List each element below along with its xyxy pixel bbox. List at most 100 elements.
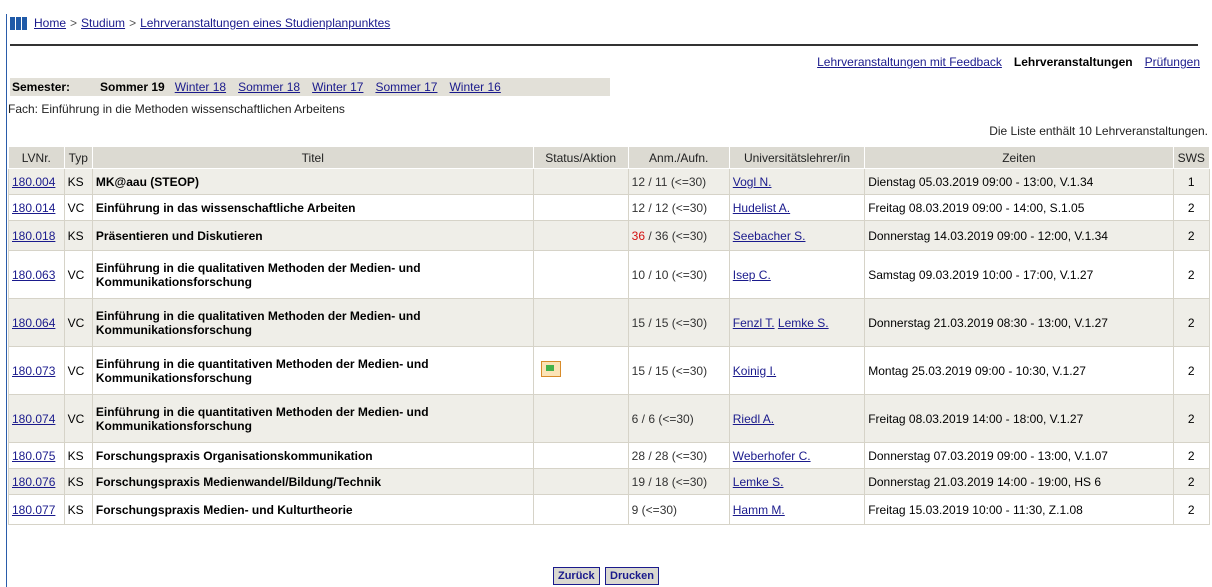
cell-sws: 2 [1172,442,1211,469]
cell-lvnr: 180.077 [8,494,65,525]
cell-times: Donnerstag 07.03.2019 09:00 - 13:00, V.1… [864,442,1174,469]
cell-status [532,220,629,251]
table-row: 180.075 KS Forschungspraxis Organisationsk… [8,442,1211,469]
course-count: Die Liste enthält 10 Lehrveranstaltungen… [989,124,1208,138]
anm-text: 15 / 15 (<=30) [631,363,708,378]
cell-teacher: Hudelist A. [728,194,866,221]
cell-times: Freitag 08.03.2019 09:00 - 14:00, S.1.05 [864,194,1174,221]
course-number-link[interactable]: 180.064 [12,316,55,330]
teacher-link[interactable]: Isep C. [733,268,771,282]
table-row: 180.018 KS Präsentieren und Diskutieren 36 … [8,220,1211,251]
cell-lvnr: 180.076 [8,468,65,495]
cell-anm: 28 / 28 (<=30) [627,442,730,469]
back-button[interactable]: Zurück [552,567,600,585]
teacher-link[interactable]: Lemke S. [733,475,784,489]
cell-title: Einführung in die quantitativen Methoden… [91,394,534,443]
teacher-link[interactable]: Hamm M. [733,503,785,517]
cell-title: MK@aau (STEOP) [91,168,534,195]
cell-anm: 6 / 6 (<=30) [627,394,730,443]
cell-typ: VC [63,194,93,221]
course-number-link[interactable]: 180.073 [12,364,55,378]
breadcrumb-home[interactable]: Home [34,16,66,30]
cell-status [532,346,629,395]
anm-text: 10 / 10 (<=30) [631,267,708,282]
breadcrumb-current[interactable]: Lehrveranstaltungen eines Studienplanpun… [140,16,390,30]
anm-text: 28 / 28 (<=30) [631,448,708,463]
breadcrumb-studium[interactable]: Studium [81,16,125,30]
cell-sws: 2 [1172,220,1211,251]
course-number-link[interactable]: 180.077 [12,503,55,517]
table-row: 180.077 KS Forschungspraxis Medien- und Ku… [8,494,1211,525]
col-header-times: Zeiten [864,146,1174,169]
semester-link[interactable]: Winter 16 [449,80,500,94]
cell-title: Präsentieren und Diskutieren [91,220,534,251]
cell-times: Donnerstag 21.03.2019 08:30 - 13:00, V.1… [864,298,1174,347]
course-number-link[interactable]: 180.076 [12,475,55,489]
cell-teacher: Koinig I. [728,346,866,395]
semester-link[interactable]: Winter 17 [312,80,363,94]
cell-title: Einführung in das wissenschaftliche Arbe… [91,194,534,221]
teacher-link[interactable]: Weberhofer C. [733,449,811,463]
anm-text: 19 / 18 (<=30) [631,474,708,489]
teacher-link[interactable]: Riedl A. [733,412,774,426]
table-row: 180.064 VC Einführung in die qualitativen … [8,298,1211,347]
table-row: 180.074 VC Einführung in die quantitativen… [8,394,1211,443]
teacher-link[interactable]: Hudelist A. [733,201,790,215]
col-header-status: Status/Aktion [532,146,629,169]
table-row: 180.073 VC Einführung in die quantitativen… [8,346,1211,395]
cell-title: Einführung in die qualitativen Methoden … [91,298,534,347]
teacher-link[interactable]: Seebacher S. [733,229,806,243]
cell-lvnr: 180.018 [8,220,65,251]
cell-status [532,494,629,525]
cell-typ: KS [63,494,93,525]
teacher-link[interactable]: Vogl N. [733,175,772,189]
cell-lvnr: 180.064 [8,298,65,347]
view-nav: Lehrveranstaltungen mit Feedback Lehrver… [817,55,1200,69]
course-number-link[interactable]: 180.063 [12,268,55,282]
cell-lvnr: 180.063 [8,250,65,299]
subject-line: Fach: Einführung in die Methoden wissens… [8,102,345,116]
button-row: Zurück Drucken [0,567,1212,585]
breadcrumb-separator: > [129,16,137,30]
header-divider [10,44,1198,46]
cell-times: Freitag 15.03.2019 10:00 - 11:30, Z.1.08 [864,494,1174,525]
cell-teacher: Lemke S. [728,468,866,495]
left-border-line [6,14,7,587]
cell-title: Einführung in die quantitativen Methoden… [91,346,534,395]
course-number-link[interactable]: 180.014 [12,201,55,215]
course-number-link[interactable]: 180.018 [12,229,55,243]
cell-sws: 1 [1172,168,1211,195]
anm-text: 12 / 12 (<=30) [631,200,708,215]
cell-lvnr: 180.004 [8,168,65,195]
cell-sws: 2 [1172,298,1211,347]
teacher-link[interactable]: Lemke S. [778,316,829,330]
col-header-sws: SWS [1172,146,1211,169]
cell-typ: KS [63,220,93,251]
cell-anm: 36 / 36 (<=30) [627,220,730,251]
cell-teacher: Riedl A. [728,394,866,443]
teacher-link[interactable]: Koinig I. [733,364,776,378]
semester-link[interactable]: Winter 18 [175,80,226,94]
nav-feedback-link[interactable]: Lehrveranstaltungen mit Feedback [817,55,1002,69]
cell-status [532,194,629,221]
teacher-link[interactable]: Fenzl T. [733,316,775,330]
status-image-icon[interactable] [540,361,561,377]
semester-current: Sommer 19 [100,80,165,94]
table-row: 180.014 VC Einführung in das wissenschaftl… [8,194,1211,221]
table-row: 180.076 KS Forschungspraxis Medienwandel/B… [8,468,1211,495]
cell-teacher: Weberhofer C. [728,442,866,469]
course-number-link[interactable]: 180.074 [12,412,55,426]
cell-lvnr: 180.073 [8,346,65,395]
cell-times: Samstag 09.03.2019 10:00 - 17:00, V.1.27 [864,250,1174,299]
cell-title: Forschungspraxis Medienwandel/Bildung/Te… [91,468,534,495]
anm-text: / 36 (<=30) [645,228,708,243]
semester-link[interactable]: Sommer 17 [375,80,437,94]
nav-courses-active: Lehrveranstaltungen [1013,55,1133,69]
course-number-link[interactable]: 180.075 [12,449,55,463]
nav-exams-link[interactable]: Prüfungen [1145,55,1200,69]
anm-text: 12 / 11 (<=30) [631,174,707,189]
cell-status [532,250,629,299]
print-button[interactable]: Drucken [605,567,660,585]
course-number-link[interactable]: 180.004 [12,175,55,189]
semester-link[interactable]: Sommer 18 [238,80,300,94]
